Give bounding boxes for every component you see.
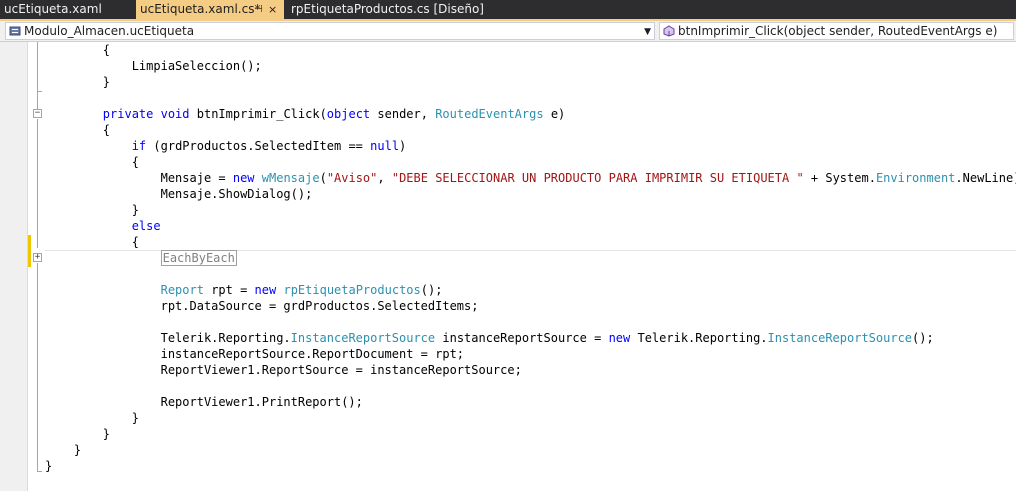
chevron-down-icon[interactable]: ▼: [644, 24, 651, 39]
member-selector-dropdown[interactable]: btnImprimir_Click(object sender, RoutedE…: [659, 22, 1014, 40]
code-line: else: [131, 219, 161, 233]
code-line: Mensaje = new wMensaje("Aviso", "DEBE SE…: [160, 171, 1016, 185]
class-selector-value: Modulo_Almacen.ucEtiqueta: [24, 24, 195, 38]
code-line: Mensaje.ShowDialog();: [160, 187, 313, 201]
code-line: {: [131, 155, 139, 169]
code-line: }: [102, 427, 111, 441]
code-line: ReportViewer1.ReportSource = instanceRep…: [160, 363, 522, 377]
code-line: {: [102, 43, 111, 57]
method-icon: [663, 25, 675, 37]
code-line: }: [131, 411, 139, 425]
code-line: Telerik.Reporting.InstanceReportSource i…: [160, 331, 934, 345]
code-line: if (grdProductos.SelectedItem == null): [131, 139, 407, 153]
editor-gutter: [0, 42, 27, 491]
code-line: {: [102, 123, 111, 137]
pin-icon[interactable]: ⊣: [254, 0, 263, 19]
code-line: }: [102, 75, 111, 89]
close-icon[interactable]: ×: [268, 0, 277, 19]
member-selector-value: btnImprimir_Click(object sender, RoutedE…: [678, 24, 998, 38]
document-tab-strip: ucEtiqueta.xaml ucEtiqueta.xaml.cs* ⊣ × …: [0, 0, 1016, 19]
tab-ucetiqueta-xaml[interactable]: ucEtiqueta.xaml: [0, 0, 136, 19]
code-line: EachByEach: [45, 250, 237, 266]
navigation-bar: Modulo_Almacen.ucEtiqueta ▼ btnImprimir_…: [0, 21, 1016, 42]
change-marker: [28, 251, 31, 267]
outline-end-tick: [37, 471, 42, 472]
tab-label: ucEtiqueta.xaml: [4, 2, 102, 16]
tab-label: rpEtiquetaProductos.cs [Diseño]: [291, 2, 484, 16]
class-selector-dropdown[interactable]: Modulo_Almacen.ucEtiqueta ▼: [5, 22, 655, 40]
code-line: }: [73, 443, 82, 457]
code-line: private void btnImprimir_Click(object se…: [102, 107, 566, 121]
code-line: instanceReportSource.ReportDocument = rp…: [160, 347, 465, 361]
class-icon: [9, 26, 21, 36]
expand-icon[interactable]: +: [33, 253, 42, 262]
outline-guide: [37, 263, 38, 472]
collapsed-region-eachbyeach[interactable]: EachByEach: [160, 250, 237, 266]
outline-guide: [37, 119, 38, 248]
code-line: ReportViewer1.PrintReport();: [160, 395, 363, 409]
tab-label: ucEtiqueta.xaml.cs*: [140, 2, 261, 16]
code-line: }: [131, 203, 139, 217]
tab-rpetiquetaproductos-diseno[interactable]: rpEtiquetaProductos.cs [Diseño]: [287, 0, 487, 19]
outline-guide: [37, 42, 38, 109]
collapse-icon[interactable]: −: [33, 109, 42, 118]
code-line: {: [131, 235, 139, 249]
code-editor[interactable]: − + { LimpiaSeleccion(); } private void …: [0, 42, 1016, 491]
code-line: Report rpt = new rpEtiquetaProductos();: [160, 283, 443, 297]
tab-ucetiqueta-xaml-cs[interactable]: ucEtiqueta.xaml.cs* ⊣ ×: [136, 0, 284, 19]
code-line: }: [45, 459, 53, 473]
code-line: rpt.DataSource = grdProductos.SelectedIt…: [160, 299, 479, 313]
change-marker: [28, 235, 31, 251]
code-line: LimpiaSeleccion();: [131, 59, 262, 73]
outline-end-tick: [37, 91, 42, 92]
